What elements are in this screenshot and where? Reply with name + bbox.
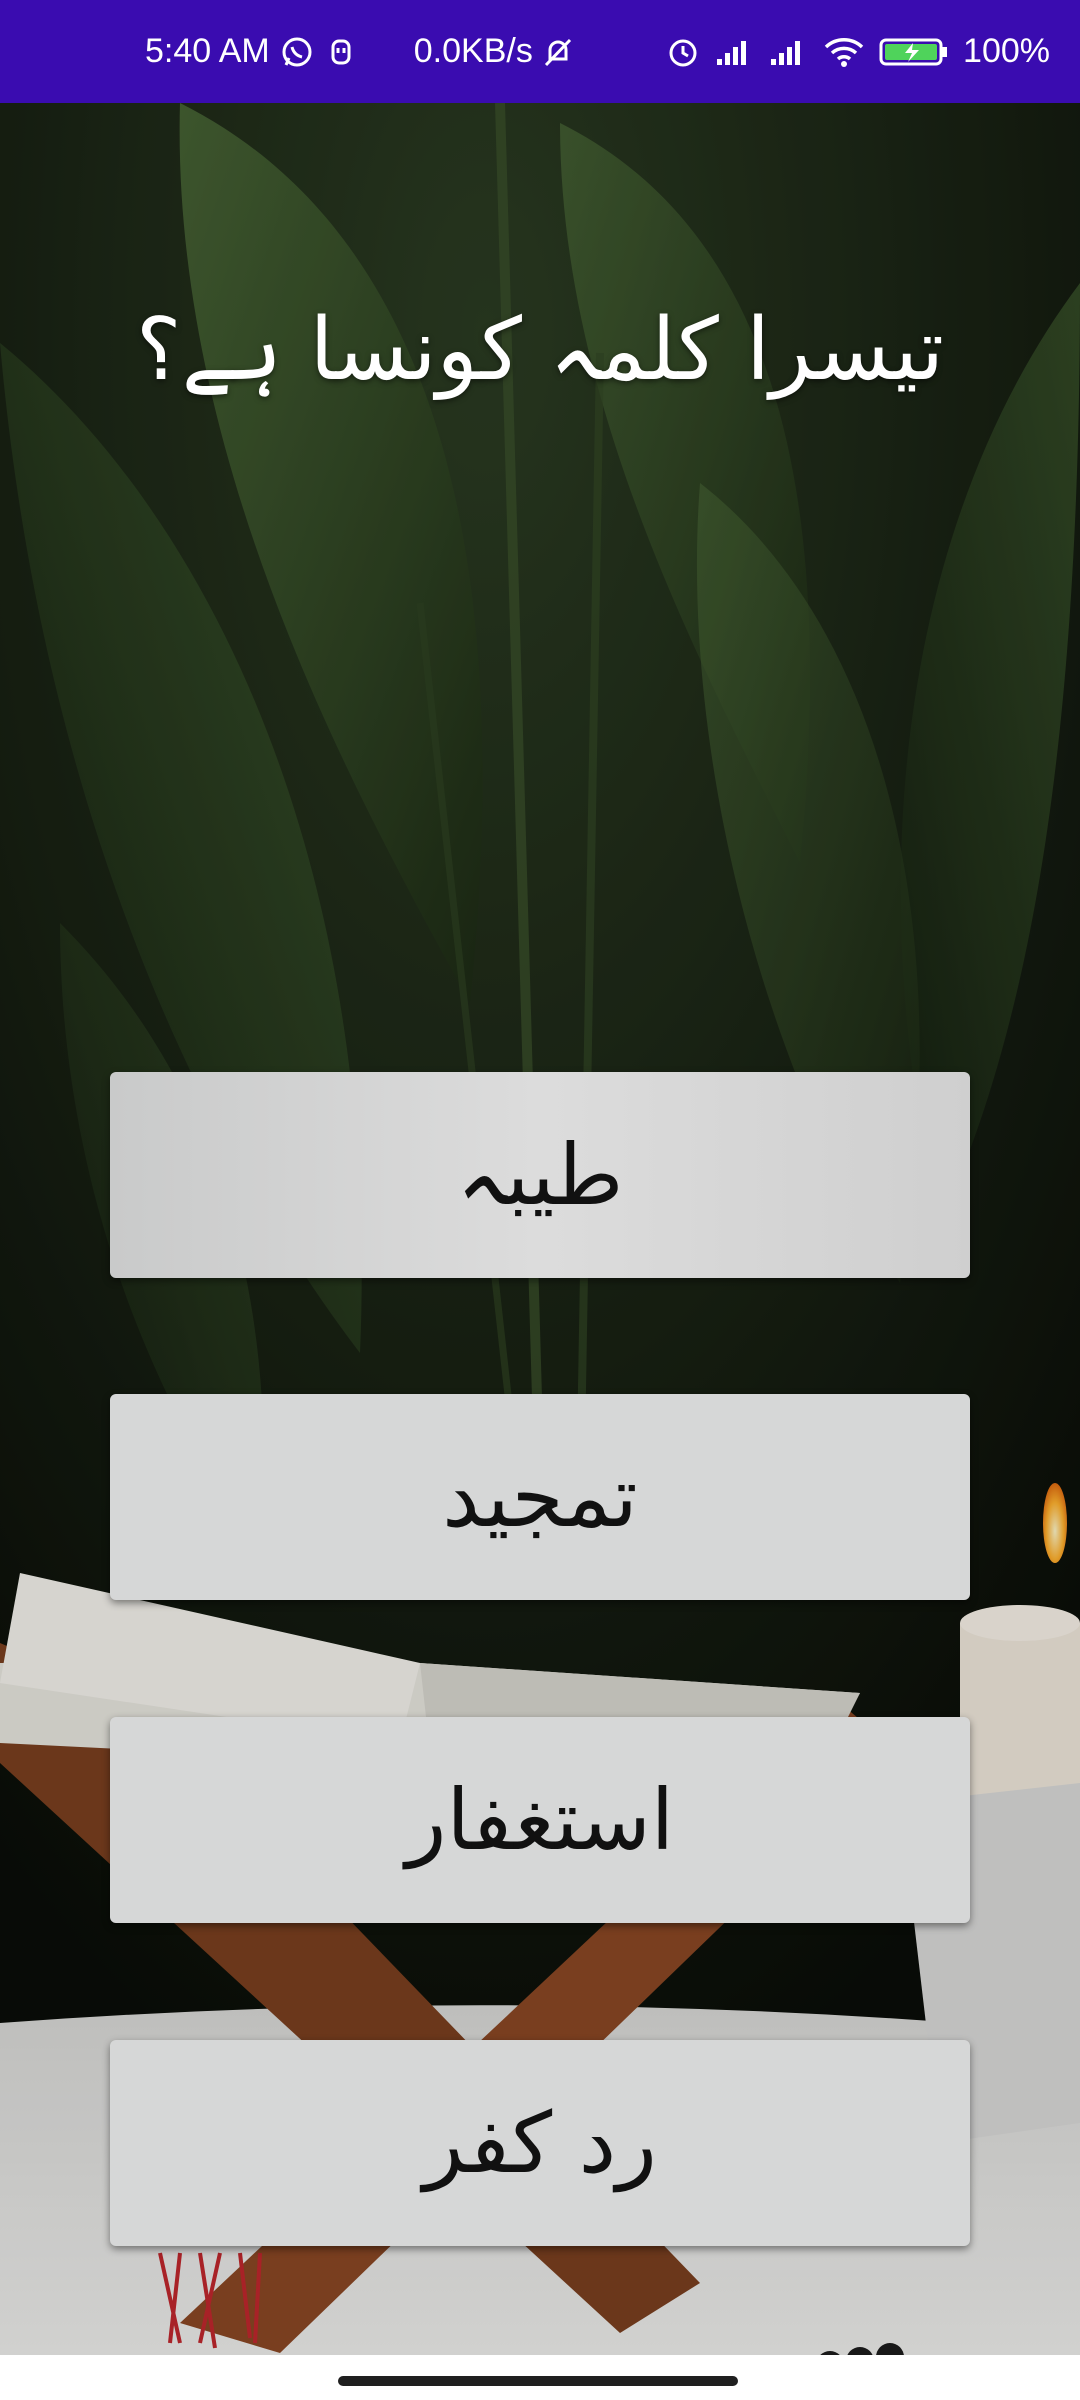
quiz-screen: 5:40 AM 0.0KB/s 100% تیسرا کلمہ کونسا ہے… <box>0 0 1080 2400</box>
question-text: تیسرا کلمہ کونسا ہے؟ <box>135 300 945 400</box>
signal-icon <box>769 37 809 67</box>
alarm-icon <box>665 34 701 70</box>
answer-option-tamjeed[interactable]: تمجید <box>110 1394 970 1600</box>
whatsapp-icon <box>280 35 314 69</box>
network-speed: 0.0KB/s <box>413 32 533 70</box>
answer-option-istighfar[interactable]: استغفار <box>110 1717 970 1923</box>
home-indicator[interactable] <box>338 2376 738 2386</box>
battery-charging-icon <box>879 36 949 68</box>
wifi-icon <box>823 36 865 68</box>
answer-option-tayyiba[interactable]: طیبہ <box>110 1072 970 1278</box>
status-right-group: 100% <box>665 32 1050 71</box>
usb-icon <box>328 35 354 69</box>
signal-icon <box>715 37 755 67</box>
navigation-bar <box>0 2355 1080 2400</box>
battery-percent: 100% <box>963 32 1050 70</box>
status-time: 5:40 AM <box>145 32 270 70</box>
status-bar: 5:40 AM 0.0KB/s 100% <box>0 0 1080 103</box>
mute-icon <box>541 35 575 69</box>
answer-option-radd-e-kufr[interactable]: رد کفر <box>110 2040 970 2246</box>
